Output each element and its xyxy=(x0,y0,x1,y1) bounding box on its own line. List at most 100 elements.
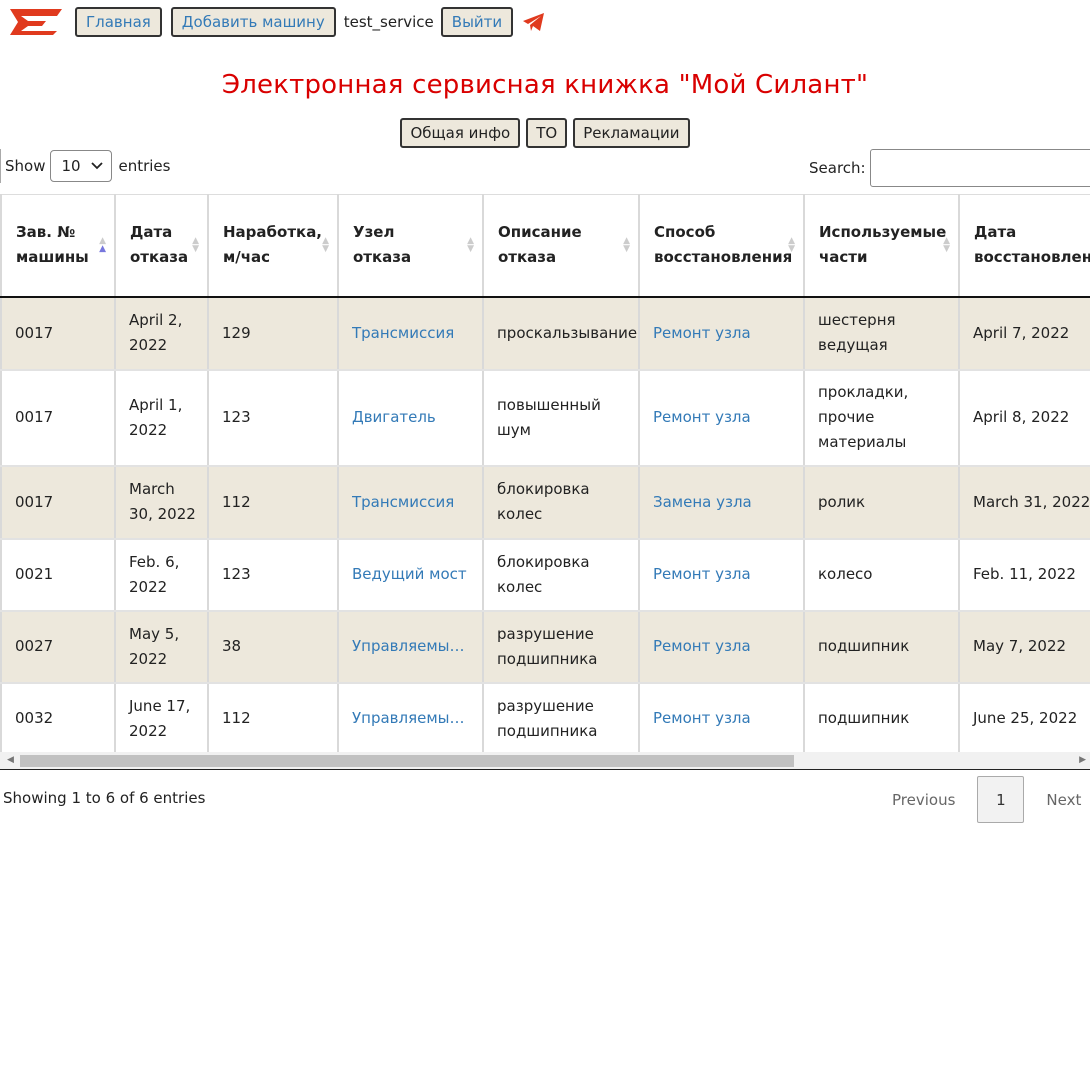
cell-machine-number: 0032 xyxy=(0,682,115,753)
cell-failure-date: May 5, 2022 xyxy=(114,610,208,684)
sort-icon: ▲ ▼ xyxy=(192,236,199,255)
cell-operating-hours: 123 xyxy=(207,369,338,467)
pagination: Previous 1 Next xyxy=(880,776,1090,823)
column-header-parts-used[interactable]: Используемые части ▲ ▼ xyxy=(803,194,959,298)
section-tabs: Общая инфо ТО Рекламации xyxy=(0,118,1090,148)
sort-icon: ▲ ▼ xyxy=(322,236,329,255)
tab-maintenance[interactable]: ТО xyxy=(526,118,568,148)
cell-operating-hours: 112 xyxy=(207,682,338,753)
tab-general-info[interactable]: Общая инфо xyxy=(400,118,521,148)
chevron-down-icon xyxy=(91,162,104,170)
cell-repair-date: April 8, 2022 xyxy=(958,369,1090,467)
cell-repair-method: Ремонт узла xyxy=(638,682,804,753)
silant-logo-icon[interactable] xyxy=(8,7,64,37)
cell-failure-description: проскальзывание xyxy=(482,296,639,371)
top-nav: Главная Добавить машину test_service Вый… xyxy=(8,6,546,38)
failure-unit-link[interactable]: Двигатель xyxy=(352,405,472,430)
cell-parts-used: подшипник xyxy=(803,682,959,753)
cell-repair-method: Ремонт узла xyxy=(638,369,804,467)
cell-failure-unit: Управляемый… xyxy=(337,610,483,684)
add-machine-button[interactable]: Добавить машину xyxy=(170,7,336,37)
entries-select[interactable]: 10 xyxy=(50,150,113,182)
cell-repair-method: Замена узла xyxy=(638,465,804,540)
column-header-failure-date[interactable]: Дата отказа ▲ ▼ xyxy=(114,194,208,298)
repair-method-link[interactable]: Ремонт узла xyxy=(653,637,751,655)
cell-machine-number: 0017 xyxy=(0,465,115,540)
cell-operating-hours: 112 xyxy=(207,465,338,540)
cell-repair-date: June 25, 2022 xyxy=(958,682,1090,753)
page-1-button[interactable]: 1 xyxy=(977,776,1025,823)
failure-unit-link[interactable]: Трансмиссия xyxy=(352,490,472,515)
column-header-label: Дата восстановления xyxy=(974,223,1090,267)
column-header-failure-unit[interactable]: Узел отказа ▲ ▼ xyxy=(337,194,483,298)
complaints-table: Зав. № машины ▲ ▲ Дата отказа ▲ ▼ Наработка,… xyxy=(0,194,1090,753)
search-input[interactable] xyxy=(869,149,1090,187)
repair-method-link[interactable]: Замена узла xyxy=(653,493,752,511)
scroll-right-arrow-icon[interactable]: ▶ xyxy=(1079,755,1086,765)
sort-icon: ▲ ▼ xyxy=(467,236,474,255)
divider xyxy=(0,149,3,183)
logout-button[interactable]: Выйти xyxy=(440,7,514,37)
cell-failure-date: Feb. 6, 2022 xyxy=(114,538,208,612)
failure-unit-link[interactable]: Управляемый… xyxy=(352,634,472,659)
cell-failure-unit: Двигатель xyxy=(337,369,483,467)
table-row: 0021 Feb. 6, 2022 123 Ведущий мост блоки… xyxy=(0,538,1090,612)
column-header-failure-description[interactable]: Описание отказа ▲ ▼ xyxy=(482,194,639,298)
home-button[interactable]: Главная xyxy=(75,7,162,37)
cell-failure-description: разрушение подшипника xyxy=(482,610,639,684)
column-header-repair-method[interactable]: Способ восстановления ▲ ▼ xyxy=(638,194,804,298)
table-row: 0032 June 17, 2022 112 Управляемый… разр… xyxy=(0,682,1090,753)
cell-parts-used: подшипник xyxy=(803,610,959,684)
cell-failure-unit: Ведущий мост xyxy=(337,538,483,612)
table-row: 0017 March 30, 2022 112 Трансмиссия блок… xyxy=(0,465,1090,540)
repair-method-link[interactable]: Ремонт узла xyxy=(653,709,751,727)
cell-failure-date: April 1, 2022 xyxy=(114,369,208,467)
column-header-repair-date[interactable]: Дата восстановления xyxy=(958,194,1090,298)
cell-failure-description: блокировка колес xyxy=(482,538,639,612)
sort-icon: ▲ ▼ xyxy=(623,236,630,255)
horizontal-scrollbar[interactable]: ◀ ▶ xyxy=(0,752,1090,770)
cell-machine-number: 0017 xyxy=(0,296,115,371)
scrollbar-thumb[interactable] xyxy=(20,755,794,767)
table-row: 0017 April 1, 2022 123 Двигатель повышен… xyxy=(0,369,1090,467)
failure-unit-link[interactable]: Трансмиссия xyxy=(352,321,472,346)
scroll-left-arrow-icon[interactable]: ◀ xyxy=(7,755,14,765)
cell-parts-used: шестерня ведущая xyxy=(803,296,959,371)
column-header-label: Описание отказа xyxy=(498,223,582,267)
cell-failure-description: разрушение подшипника xyxy=(482,682,639,753)
cell-failure-date: March 30, 2022 xyxy=(114,465,208,540)
cell-repair-method: Ремонт узла xyxy=(638,538,804,612)
failure-unit-link[interactable]: Управляемый… xyxy=(352,706,472,731)
cell-failure-date: April 2, 2022 xyxy=(114,296,208,371)
next-page-button[interactable]: Next xyxy=(1034,791,1090,809)
cell-machine-number: 0021 xyxy=(0,538,115,612)
cell-parts-used: колесо xyxy=(803,538,959,612)
previous-page-button[interactable]: Previous xyxy=(880,791,967,809)
username-label: test_service xyxy=(343,13,434,31)
column-header-machine-number[interactable]: Зав. № машины ▲ ▲ xyxy=(0,194,115,298)
cell-repair-date: May 7, 2022 xyxy=(958,610,1090,684)
tab-complaints[interactable]: Рекламации xyxy=(573,118,690,148)
column-header-label: Дата отказа xyxy=(130,223,189,267)
entries-label: entries xyxy=(118,157,171,175)
table-header-row: Зав. № машины ▲ ▲ Дата отказа ▲ ▼ Наработка,… xyxy=(0,194,1090,298)
table-info: Showing 1 to 6 of 6 entries xyxy=(3,789,206,807)
repair-method-link[interactable]: Ремонт узла xyxy=(653,565,751,583)
table-row: 0017 April 2, 2022 129 Трансмиссия проск… xyxy=(0,296,1090,371)
telegram-icon[interactable] xyxy=(522,11,546,33)
cell-repair-date: Feb. 11, 2022 xyxy=(958,538,1090,612)
cell-parts-used: прокладки, прочие материалы xyxy=(803,369,959,467)
column-header-operating-hours[interactable]: Наработка, м/час ▲ ▼ xyxy=(207,194,338,298)
entries-select-value: 10 xyxy=(61,157,81,175)
cell-repair-date: March 31, 2022 xyxy=(958,465,1090,540)
page-title: Электронная сервисная книжка "Мой Силант… xyxy=(221,70,869,100)
cell-operating-hours: 38 xyxy=(207,610,338,684)
repair-method-link[interactable]: Ремонт узла xyxy=(653,408,751,426)
table-search: Search: xyxy=(809,149,1090,187)
cell-parts-used: ролик xyxy=(803,465,959,540)
complaints-table-container: Зав. № машины ▲ ▲ Дата отказа ▲ ▼ Наработка,… xyxy=(0,194,1090,753)
cell-repair-date: April 7, 2022 xyxy=(958,296,1090,371)
repair-method-link[interactable]: Ремонт узла xyxy=(653,324,751,342)
table-row: 0027 May 5, 2022 38 Управляемый… разруше… xyxy=(0,610,1090,684)
failure-unit-link[interactable]: Ведущий мост xyxy=(352,562,472,587)
